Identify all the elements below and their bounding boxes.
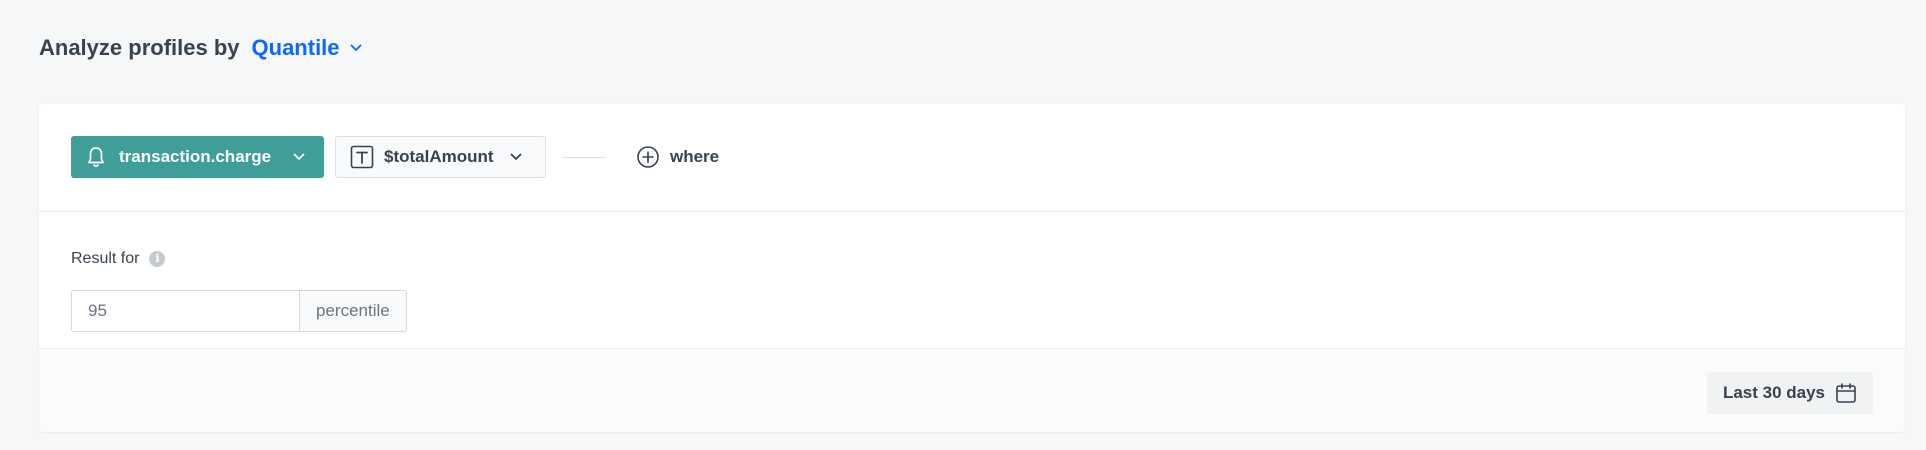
percentile-input-group: percentile: [71, 290, 407, 332]
chevron-down-icon: [510, 153, 521, 160]
event-label: transaction.charge: [119, 147, 272, 166]
info-icon[interactable]: i: [149, 251, 166, 267]
date-range-button[interactable]: Last 30 days: [1706, 372, 1873, 414]
page-title: Analyze profiles by: [39, 35, 240, 60]
add-where-button[interactable]: where: [636, 141, 719, 173]
parameter-selector-button[interactable]: $totalAmount: [335, 136, 546, 178]
chevron-down-icon: [293, 153, 305, 160]
query-row: transaction.charge $totalAmount where: [39, 104, 1905, 212]
percentile-input[interactable]: [71, 290, 300, 332]
page-header: Analyze profiles by Quantile: [39, 30, 362, 66]
text-type-icon: [350, 145, 374, 169]
connector-line: [562, 157, 606, 158]
date-range-label: Last 30 days: [1722, 383, 1825, 402]
mode-dropdown[interactable]: Quantile: [252, 35, 362, 61]
result-label-group: Result for i: [71, 250, 166, 268]
chevron-down-icon: [350, 44, 361, 51]
bell-icon: [88, 147, 104, 167]
footer-row: Last 30 days: [39, 349, 1905, 432]
parameter-label: $totalAmount: [384, 147, 494, 166]
event-selector-button[interactable]: transaction.charge: [71, 136, 324, 178]
where-label: where: [670, 147, 720, 166]
calendar-icon: [1836, 383, 1856, 403]
mode-dropdown-label: Quantile: [251, 35, 340, 60]
result-label: Result for: [71, 250, 140, 267]
analysis-card: transaction.charge $totalAmount where Re…: [39, 104, 1905, 432]
result-row: Result for i percentile: [39, 212, 1905, 349]
percentile-suffix: percentile: [300, 290, 407, 332]
plus-circle-icon: [637, 146, 659, 168]
